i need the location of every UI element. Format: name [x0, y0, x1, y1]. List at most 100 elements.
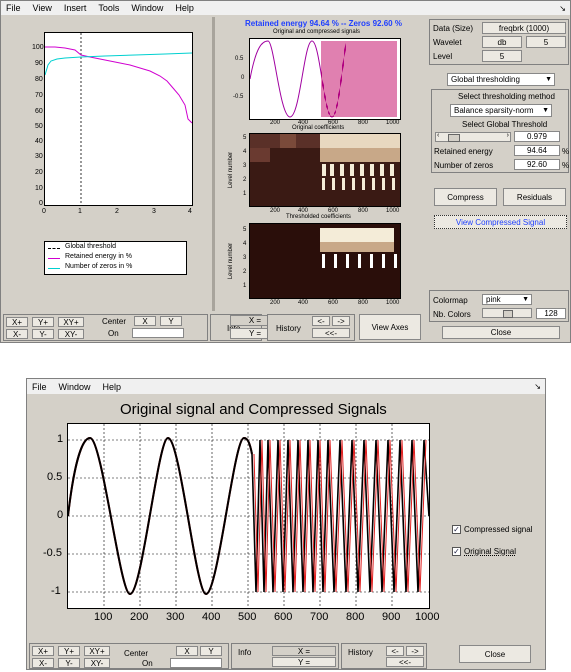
x-tick: 100: [94, 611, 113, 623]
center-y-button[interactable]: Y: [200, 646, 222, 656]
level-number-label: Level number: [228, 242, 235, 280]
threshold-value-field[interactable]: 0.979: [514, 131, 560, 142]
legend-swatch-zeros: [48, 268, 60, 269]
panel-divider[interactable]: [212, 17, 215, 311]
signal-x-tick: 1000: [386, 120, 400, 126]
center-x-button[interactable]: X: [176, 646, 198, 656]
menu-window[interactable]: Window: [126, 3, 170, 13]
menu-file[interactable]: File: [27, 382, 54, 392]
zoom-xy-plus-button[interactable]: XY+: [58, 317, 84, 327]
menu-tools[interactable]: Tools: [93, 3, 126, 13]
signal-x-tick: 800: [358, 120, 369, 126]
slider-left-arrow-icon[interactable]: ‹: [437, 132, 439, 139]
data-info-panel: Data (Size) freqbrk (1000) Wavelet db 5 …: [429, 19, 569, 65]
legend-swatch-threshold: [48, 248, 60, 249]
zoom-y-minus-button[interactable]: Y-: [32, 329, 54, 339]
chevron-down-icon: ▼: [542, 107, 549, 114]
level-tick: 2: [243, 269, 247, 275]
info-controls: Info X = Y =: [231, 643, 339, 669]
history-reset-button[interactable]: <<-: [386, 657, 424, 667]
threshold-mode-select[interactable]: Global thresholding ▼: [447, 73, 555, 86]
original-coef-plot[interactable]: [249, 133, 401, 207]
zoom-y-minus-button[interactable]: Y-: [58, 658, 80, 668]
performance-plot[interactable]: [44, 32, 193, 206]
y-tick: 60: [35, 108, 43, 115]
history-forward-button[interactable]: ->: [406, 646, 424, 656]
close-button[interactable]: Close: [459, 645, 531, 663]
level-value: 5: [482, 50, 522, 62]
zoom-x-plus-button[interactable]: X+: [6, 317, 28, 327]
zoom-y-plus-button[interactable]: Y+: [32, 317, 54, 327]
zoom-controls: X+ Y+ XY+ X- Y- XY- Center X Y On: [29, 643, 229, 669]
compressed-signal-checkbox[interactable]: ✓: [452, 525, 461, 534]
colormap-select[interactable]: pink ▼: [482, 294, 532, 305]
method-select[interactable]: Balance sparsity-norm ▼: [450, 104, 552, 117]
zoom-controls: X+ Y+ XY+ X- Y- XY- Center X Y On: [3, 314, 208, 341]
chevron-down-icon: ▼: [522, 296, 529, 303]
compressed-plot-title: Original signal and Compressed Signals: [120, 401, 387, 418]
threshold-mode-value: Global thresholding: [451, 75, 520, 84]
y-tick: 0.5: [47, 471, 63, 483]
slider-right-arrow-icon[interactable]: ›: [507, 132, 509, 139]
zeros-value: 92.60: [514, 159, 560, 170]
original-signal-checkbox[interactable]: ✓: [452, 547, 461, 556]
compress-button[interactable]: Compress: [434, 188, 497, 206]
x-tick: 3: [152, 208, 156, 215]
zoom-xy-plus-button[interactable]: XY+: [84, 646, 110, 656]
center-on-field[interactable]: [170, 658, 222, 668]
compression-tool-window: File View Insert Tools Window Help ↘ 100…: [0, 0, 571, 343]
residuals-button[interactable]: Residuals: [503, 188, 566, 206]
y-tick: 10: [35, 185, 43, 192]
level-tick: 4: [243, 241, 247, 247]
compressed-signal-plot[interactable]: [67, 423, 430, 609]
wavelet-order-value: 5: [526, 36, 566, 48]
high-frequency-signal: [321, 41, 397, 117]
history-label: History: [276, 324, 301, 333]
menu-help[interactable]: Help: [98, 382, 129, 392]
level-tick: 4: [243, 149, 247, 155]
history-forward-button[interactable]: ->: [332, 316, 350, 326]
center-x-button[interactable]: X: [134, 316, 156, 326]
thr-x-tick: 600: [328, 300, 339, 306]
dock-arrow-icon[interactable]: ↘: [554, 4, 570, 13]
slider-thumb[interactable]: [448, 134, 460, 142]
info-label: Info: [238, 648, 252, 657]
x-tick: 1: [78, 208, 82, 215]
zoom-x-plus-button[interactable]: X+: [32, 646, 54, 656]
close-button[interactable]: Close: [442, 326, 560, 339]
history-back-button[interactable]: <-: [386, 646, 404, 656]
menu-view[interactable]: View: [28, 3, 59, 13]
zoom-xy-minus-button[interactable]: XY-: [58, 329, 84, 339]
thresholded-coef-plot[interactable]: [249, 223, 401, 299]
zoom-xy-minus-button[interactable]: XY-: [84, 658, 110, 668]
history-reset-button[interactable]: <<-: [312, 328, 350, 338]
slider-thumb[interactable]: [503, 310, 513, 318]
data-size-value: freqbrk (1000): [482, 22, 566, 34]
dock-arrow-icon[interactable]: ↘: [529, 382, 545, 391]
center-y-button[interactable]: Y: [160, 316, 182, 326]
signal-plot[interactable]: [249, 38, 401, 120]
nb-colors-slider[interactable]: [482, 308, 532, 318]
method-value: Balance sparsity-norm: [454, 106, 534, 115]
history-back-button[interactable]: <-: [312, 316, 330, 326]
y-tick: 70: [35, 92, 43, 99]
threshold-settings-panel: Select thresholding method Balance spars…: [431, 89, 569, 173]
menu-file[interactable]: File: [1, 3, 28, 13]
view-axes-button[interactable]: View Axes: [359, 314, 421, 340]
nb-colors-label: Nb. Colors: [433, 310, 471, 319]
zoom-x-minus-button[interactable]: X-: [32, 658, 54, 668]
threshold-slider[interactable]: ‹ ›: [435, 132, 511, 142]
view-compressed-signal-button[interactable]: View Compressed Signal: [434, 215, 567, 229]
menu-window[interactable]: Window: [54, 382, 98, 392]
colormap-panel: Colormap pink ▼ Nb. Colors 128: [429, 290, 569, 322]
menu-help[interactable]: Help: [170, 3, 201, 13]
original-coef-title: Original coefficients: [292, 125, 345, 131]
center-on-field[interactable]: [132, 328, 184, 338]
menu-insert[interactable]: Insert: [59, 3, 94, 13]
compressed-signal-label: Compressed signal: [464, 525, 533, 534]
center-on-label: On: [142, 659, 153, 668]
zoom-y-plus-button[interactable]: Y+: [58, 646, 80, 656]
zoom-x-minus-button[interactable]: X-: [6, 329, 28, 339]
level-tick: 5: [243, 135, 247, 141]
nb-colors-value[interactable]: 128: [536, 308, 566, 319]
